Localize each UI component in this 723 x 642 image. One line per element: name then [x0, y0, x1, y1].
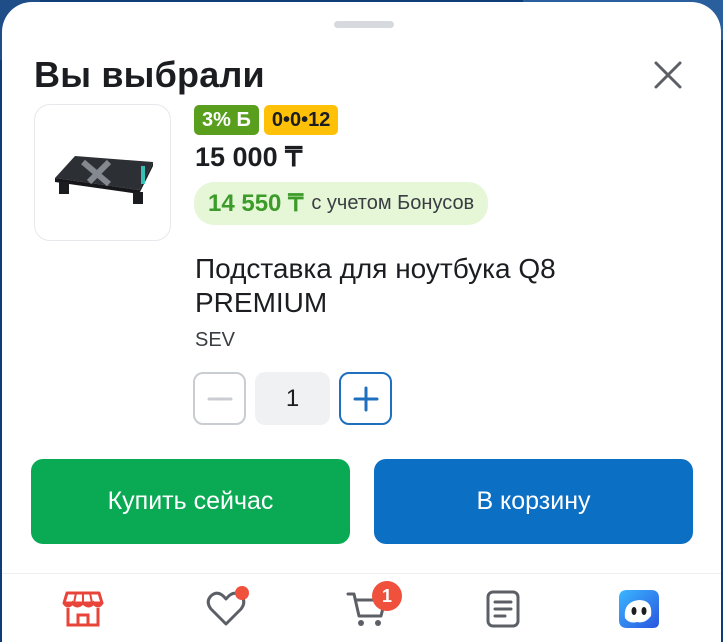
- product-price: 15 000 ₸: [195, 142, 303, 172]
- orders-icon: [486, 590, 520, 628]
- quantity-value[interactable]: 1: [255, 372, 330, 425]
- add-to-cart-button[interactable]: В корзину: [374, 459, 693, 544]
- bottom-tab-bar: 1: [2, 573, 721, 642]
- bonus-price-value: 14 550 ₸: [208, 190, 304, 217]
- product-badges: 3% Б 0•0•12: [194, 105, 339, 135]
- tab-assistant[interactable]: [614, 584, 664, 634]
- tab-orders[interactable]: [478, 584, 528, 634]
- quantity-stepper: 1: [193, 372, 392, 425]
- tab-store[interactable]: [58, 584, 108, 634]
- sheet-title: Вы выбрали: [34, 54, 265, 95]
- sheet-grabber[interactable]: [334, 21, 394, 28]
- buy-now-button[interactable]: Купить сейчас: [31, 459, 350, 544]
- assistant-icon: [619, 590, 659, 628]
- bonus-price-pill: 14 550 ₸ с учетом Бонусов: [194, 182, 489, 225]
- bonus-percent-badge: 3% Б: [194, 105, 259, 135]
- product-image[interactable]: [34, 104, 171, 241]
- product-brand: SEV: [195, 329, 236, 351]
- product-name[interactable]: Подставка для ноутбука Q8 PREMIUM: [195, 252, 635, 320]
- bonus-price-note: с учетом Бонусов: [311, 192, 475, 214]
- installment-badge: 0•0•12: [263, 105, 339, 135]
- close-icon: [654, 61, 682, 89]
- close-button[interactable]: [648, 55, 688, 95]
- store-icon: [62, 591, 104, 627]
- product-bottom-sheet: Вы выбрали 3% Б 0•0•12 15 000 ₸ 14 550 ₸…: [2, 2, 721, 642]
- minus-icon: [207, 397, 232, 400]
- plus-icon: [353, 386, 378, 411]
- tab-favorites[interactable]: [201, 584, 251, 634]
- decrease-quantity-button[interactable]: [193, 372, 246, 425]
- tab-cart[interactable]: 1: [342, 581, 402, 634]
- increase-quantity-button[interactable]: [339, 372, 392, 425]
- favorites-dot: [235, 586, 249, 600]
- cart-count-badge: 1: [372, 581, 402, 611]
- laptop-stand-image: [54, 155, 153, 204]
